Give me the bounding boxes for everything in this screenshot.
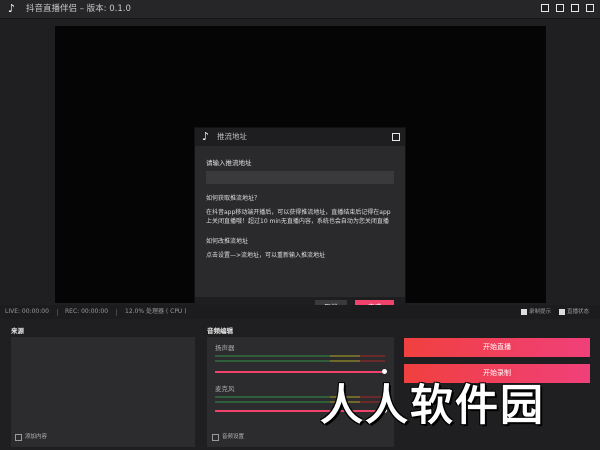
audio-settings-button[interactable]: 音频设置: [222, 434, 244, 441]
app-title: 抖音直播伴侣 – 版本: 0.1.0: [26, 4, 131, 14]
stream-url-label: 请输入推流地址: [206, 159, 252, 167]
minimize-window-icon[interactable]: [556, 4, 564, 12]
meter-red: [360, 360, 385, 362]
add-source-icon[interactable]: [15, 434, 22, 441]
meter-yellow: [330, 360, 360, 362]
dialog-close-icon[interactable]: [392, 133, 400, 141]
record-hint-label: 录制提示: [529, 309, 552, 315]
start-live-button[interactable]: 开始直播: [404, 338, 590, 357]
meter-green: [215, 355, 330, 357]
speaker-level-meter: [215, 355, 385, 357]
title-bar: ♪ 抖音直播伴侣 – 版本: 0.1.0: [0, 0, 600, 19]
window-controls: [541, 4, 594, 12]
live-timer: LIVE: 00:00:00: [5, 308, 49, 315]
meter-green: [215, 401, 330, 403]
speaker-level-meter-2: [215, 360, 385, 362]
watermark-text: 人人软件园: [320, 381, 545, 431]
audio-section-title: 音频编辑: [207, 327, 233, 335]
settings-window-icon[interactable]: [541, 4, 549, 12]
status-divider: [116, 309, 117, 316]
stream-url-input[interactable]: [206, 171, 394, 184]
dialog-douyin-icon: ♪: [202, 130, 210, 143]
maximize-window-icon[interactable]: [571, 4, 579, 12]
change-url-heading: 如何改推流地址: [206, 238, 249, 245]
rec-timer: REC: 00:00:00: [65, 308, 109, 315]
cpu-usage: 12.0% 处理器 ( CPU ): [125, 308, 187, 315]
meter-red: [360, 355, 385, 357]
meter-green: [215, 396, 330, 398]
mic-label: 麦克风: [215, 385, 235, 393]
close-window-icon[interactable]: [586, 4, 594, 12]
help-body: 在抖音app移动端开播后，可以获得推流地址，直播结束后记得在app上关闭直播哦！…: [206, 209, 391, 225]
douyin-logo-icon: ♪: [8, 2, 16, 15]
status-bar: LIVE: 00:00:00 REC: 00:00:00 12.0% 处理器 (…: [0, 305, 600, 319]
speaker-volume-slider[interactable]: [215, 371, 386, 373]
status-divider: [57, 309, 58, 316]
live-state-label: 直播状态: [567, 309, 590, 315]
stream-url-dialog: ♪ 推流地址 请输入推流地址 如何获取推流地址？ 在抖音app移动端开播后，可以…: [195, 128, 405, 318]
speaker-volume-handle[interactable]: [382, 369, 387, 374]
audio-settings-icon[interactable]: [212, 434, 219, 441]
record-hint-checkbox[interactable]: [521, 309, 527, 315]
add-source-button[interactable]: 添加内容: [25, 434, 47, 441]
source-section-title: 来源: [11, 327, 24, 335]
speaker-label: 扬声器: [215, 344, 235, 352]
help-heading: 如何获取推流地址？: [206, 195, 261, 202]
meter-yellow: [330, 355, 360, 357]
live-state-checkbox[interactable]: [559, 309, 565, 315]
change-url-body: 点击设置—>流地址，可以重新输入推流地址: [206, 252, 326, 259]
dialog-header: ♪ 推流地址: [195, 128, 405, 146]
meter-green: [215, 360, 330, 362]
source-panel: 添加内容: [11, 337, 195, 447]
dialog-title: 推流地址: [217, 132, 247, 141]
